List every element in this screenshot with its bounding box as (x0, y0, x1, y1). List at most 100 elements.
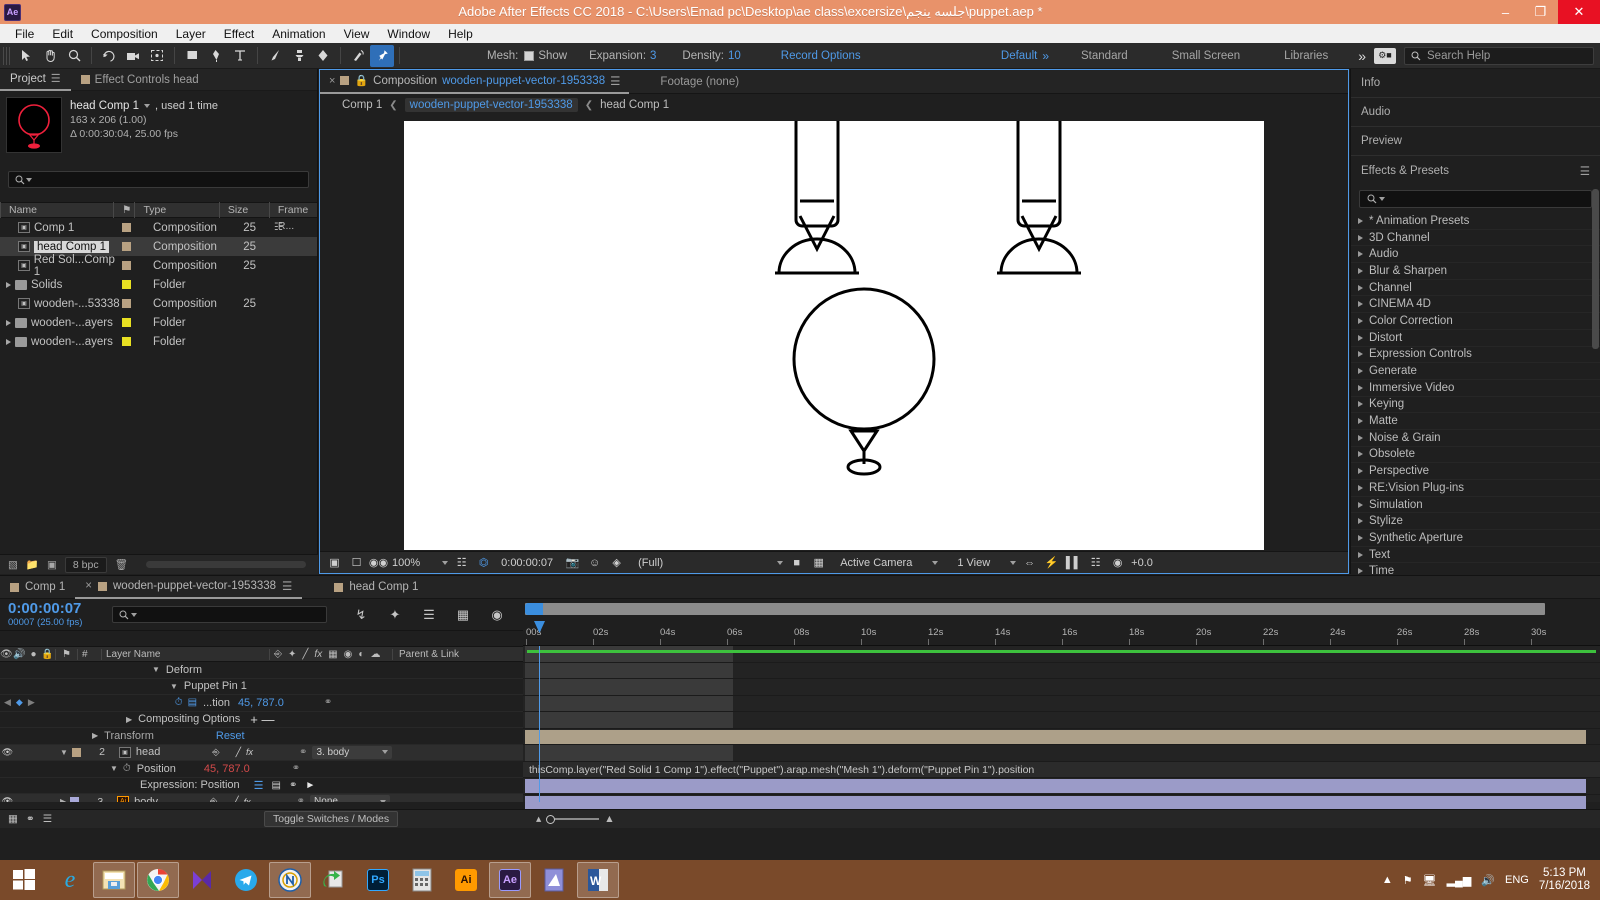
project-row-wooden-layers-1[interactable]: wooden-...ayers Folder (0, 313, 317, 332)
expression-field[interactable]: thisComp.layer("Red Solid 1 Comp 1").eff… (523, 762, 1600, 779)
effects-search-input[interactable] (1359, 190, 1592, 208)
expand-triangle-icon[interactable]: ▶ (92, 731, 98, 740)
continuously-rasterize-toggle-icon[interactable]: ╱ (233, 796, 238, 802)
layer-name[interactable]: head (136, 746, 160, 758)
taskbar-word[interactable]: W (577, 862, 619, 898)
menu-window[interactable]: Window (378, 25, 439, 43)
camera-view-dropdown[interactable]: Active Camera (840, 557, 939, 569)
timeline-ruler[interactable]: 00s 02s 04s 06s 08s 10s 12s 14s 16s 18s … (523, 599, 1600, 646)
search-filter-icon[interactable] (26, 177, 32, 182)
search-filter-icon[interactable] (1379, 197, 1385, 201)
comp-flowchart-icon[interactable]: ☷ (1087, 555, 1104, 570)
project-row-red-solid[interactable]: ▣ Red Sol...Comp 1 Composition 25 (0, 254, 317, 278)
video-toggle-icon[interactable]: 👁 (0, 747, 15, 758)
zoom-level-dropdown[interactable]: 100% (392, 557, 449, 569)
roto-brush-tool-icon[interactable] (346, 45, 370, 67)
menu-file[interactable]: File (6, 25, 43, 43)
composition-panel-menu-icon[interactable]: ☰ (610, 74, 620, 88)
bit-depth-button[interactable]: 8 bpc (64, 556, 107, 573)
composition-viewport[interactable] (320, 117, 1348, 553)
project-row-comp1[interactable]: ▣ Comp 1 Composition 25 ☷ (0, 218, 317, 237)
close-icon[interactable]: × (85, 580, 92, 592)
menu-composition[interactable]: Composition (82, 25, 167, 43)
lock-icon[interactable]: 🔒 (354, 74, 368, 87)
pixel-aspect-correction-icon[interactable]: ⇔ (1021, 555, 1038, 570)
volume-icon[interactable]: 🔊 (1481, 874, 1495, 887)
toggle-viewer-quality-icon[interactable]: ■ (788, 555, 805, 570)
row-value[interactable]: 45, 787.0 (238, 697, 284, 709)
keyframe-marker-icon[interactable]: ◆ (16, 697, 23, 708)
expand-triangle-icon[interactable]: ▼ (110, 764, 118, 773)
expand-triangle-icon[interactable]: ▶ (60, 797, 66, 802)
workspace-default[interactable]: Default (1001, 50, 1037, 62)
pan-behind-tool-icon[interactable] (145, 45, 169, 67)
menu-view[interactable]: View (335, 25, 379, 43)
expression-pickwhip-icon[interactable]: ⚭ (289, 780, 297, 791)
row-deform-group[interactable]: ▼ Deform (0, 662, 523, 679)
effect-category-expression-controls[interactable]: Expression Controls (1351, 347, 1600, 364)
pen-tool-icon[interactable] (204, 45, 228, 67)
taskbar-media-player[interactable] (181, 862, 223, 898)
audio-column-icon[interactable]: 🔊 (12, 649, 27, 660)
continuously-rasterize-icon[interactable]: ╱ (302, 649, 308, 660)
delete-icon[interactable]: 🗑 (115, 558, 128, 571)
effect-category-generate[interactable]: Generate (1351, 363, 1600, 380)
eraser-tool-icon[interactable] (311, 45, 335, 67)
breadcrumb-head-comp1[interactable]: head Comp 1 (600, 99, 669, 111)
effects-switch-icon[interactable]: fx (314, 649, 322, 660)
lock-column-icon[interactable]: 🔒 (40, 649, 55, 660)
taskbar-unknown-app[interactable] (533, 862, 575, 898)
track-row[interactable] (523, 679, 1600, 696)
3d-layer-toggle-icon[interactable]: ⎆ (212, 747, 219, 758)
breadcrumb-wooden-puppet[interactable]: wooden-puppet-vector-1953338 (404, 98, 578, 112)
network-icon[interactable]: 🖥 (1423, 874, 1437, 887)
show-snapshot-icon[interactable]: ☺ (586, 555, 603, 570)
exposure-reset-icon[interactable]: ◉ (1109, 555, 1126, 570)
work-area-bar[interactable] (525, 603, 1545, 615)
clone-stamp-tool-icon[interactable] (287, 45, 311, 67)
taskbar-norton[interactable] (269, 862, 311, 898)
keyframe-prev-icon[interactable]: ◀ (4, 697, 11, 708)
workspace-small-screen[interactable]: Small Screen (1172, 50, 1240, 62)
pickwhip-icon[interactable]: ⚭ (292, 763, 300, 774)
effect-category-immersive-video[interactable]: Immersive Video (1351, 380, 1600, 397)
track-row[interactable] (523, 745, 1600, 762)
layer-number-column[interactable]: # (77, 648, 101, 660)
layer-duration-bar[interactable] (525, 729, 1586, 744)
density-value[interactable]: 10 (728, 50, 741, 62)
enable-motion-blur-icon[interactable]: ◉ (486, 605, 508, 625)
taskbar-calculator[interactable] (401, 862, 443, 898)
effect-category-obsolete[interactable]: Obsolete (1351, 447, 1600, 464)
taskbar-internet-explorer[interactable]: e (49, 862, 91, 898)
tab-footage[interactable]: Footage (none) (651, 70, 748, 94)
layer-row-body[interactable]: 👁 ▶ 3 Ai body ⎆ ╱ fx ⚭ None (0, 794, 523, 802)
effect-category-3d-channel[interactable]: 3D Channel (1351, 230, 1600, 247)
parent-dropdown[interactable]: None (310, 795, 391, 802)
3d-switch-icon[interactable]: ☁ (370, 649, 380, 660)
row-puppet-pin-1[interactable]: ▼ Puppet Pin 1 (0, 679, 523, 695)
project-row-label[interactable]: head Comp 1 (34, 240, 110, 253)
effects-scrollbar[interactable] (1592, 189, 1599, 349)
current-timecode[interactable]: 0:00:00:07 (501, 557, 553, 569)
tab-effect-controls[interactable]: Effect Controls head (71, 69, 209, 91)
project-row-wooden-comp[interactable]: ▣ wooden-...53338 Composition 25 (0, 294, 317, 313)
layer-name[interactable]: body (134, 796, 158, 802)
effect-category-keying[interactable]: Keying (1351, 397, 1600, 414)
show-hidden-icons[interactable]: ▲ (1382, 874, 1393, 886)
timeline-tracks[interactable] (523, 646, 1600, 811)
timeline-icon[interactable]: ▌▌ (1065, 555, 1082, 570)
effect-category-audio[interactable]: Audio (1351, 246, 1600, 264)
add-remove-mask-icon[interactable]: + — (250, 712, 274, 727)
effects-toggle-icon[interactable]: fx (246, 747, 253, 757)
effect-category-matte[interactable]: Matte (1351, 413, 1600, 430)
duration-bar[interactable] (527, 650, 1596, 653)
brush-tool-icon[interactable] (263, 45, 287, 67)
search-help-field[interactable]: Search Help (1404, 46, 1594, 65)
tab-project[interactable]: Project ☰ (0, 69, 71, 91)
puppet-pin-tool-icon[interactable] (370, 44, 394, 67)
row-puppet-pin-position[interactable]: ◀ ◆ ▶ ⏱ ▤ ...tion 45, 787.0 ⚭ (0, 695, 523, 712)
taskbar-telegram[interactable] (225, 862, 267, 898)
column-name[interactable]: Name (0, 202, 113, 218)
effects-toggle-icon[interactable]: fx (244, 797, 251, 802)
track-row[interactable] (523, 646, 1600, 663)
